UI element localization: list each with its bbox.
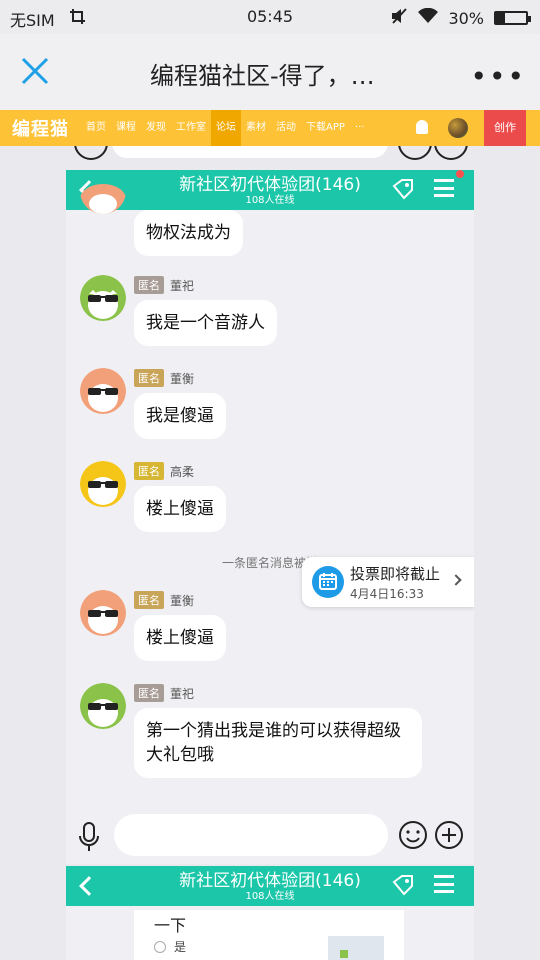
mute-icon (390, 7, 408, 29)
battery-percent: 30% (448, 8, 484, 28)
avatar[interactable] (80, 461, 126, 507)
message: 匿名 高柔 楼上傻逼 (134, 462, 226, 532)
anonymous-badge: 匿名 (134, 276, 164, 294)
message: 匿名 董祀 我是一个音游人 (134, 276, 277, 346)
vote-card-image (328, 936, 384, 960)
underlying-input-remnant (66, 146, 474, 170)
message: 物权法成为 (134, 210, 243, 256)
vote-card-title: 一下 (154, 916, 187, 935)
vote-card[interactable]: 一下 是 (134, 910, 404, 960)
nav-download-app[interactable]: 下载APP (301, 110, 350, 146)
message-bubble[interactable]: 物权法成为 (134, 210, 243, 256)
battery-icon (494, 11, 531, 25)
anonymous-badge: 匿名 (134, 462, 164, 480)
nav-more[interactable]: ··· (350, 110, 370, 146)
site-nav-bar: 编程猫 首页 课程 发现 工作室 论坛 素材 活动 下载APP ··· 创作 (0, 110, 540, 146)
avatar[interactable] (80, 590, 126, 636)
mic-icon (74, 146, 108, 160)
webview-title-bar: 编程猫社区-得了，… ••• (0, 34, 540, 110)
vote-option[interactable]: 是 (154, 938, 186, 955)
avatar[interactable] (80, 275, 126, 321)
menu-icon[interactable] (434, 179, 454, 197)
message-bubble[interactable]: 楼上傻逼 (134, 486, 226, 532)
group-chat-window: 新社区初代体验团(146) 108人在线 物权法成为 匿名 董祀 我是一个音游人… (66, 170, 474, 864)
message-bubble[interactable]: 楼上傻逼 (134, 615, 226, 661)
site-nav-links: 首页 课程 发现 工作室 论坛 素材 活动 下载APP ··· (81, 110, 369, 146)
group-chat-window-2: 新社区初代体验团(146) 108人在线 一下 是 (66, 866, 474, 960)
status-bar: 无SIM 05:45 30% (0, 0, 540, 34)
notification-dot (456, 170, 464, 178)
underlying-input (112, 146, 388, 158)
emoji-icon (398, 146, 432, 160)
chat-input-bar (66, 810, 474, 864)
anonymous-badge: 匿名 (134, 591, 164, 609)
menu-icon[interactable] (434, 875, 454, 893)
message-bubble[interactable]: 我是傻逼 (134, 393, 226, 439)
vote-reminder[interactable]: 投票即将截止 4月4日16:33 (302, 557, 474, 607)
vote-option-label: 是 (174, 940, 187, 954)
nav-home[interactable]: 首页 (81, 110, 111, 146)
radio-icon[interactable] (154, 940, 166, 953)
user-avatar[interactable] (448, 118, 468, 138)
message: 匿名 董衡 我是傻逼 (134, 369, 226, 439)
sender-name: 董衡 (170, 371, 195, 386)
page-title: 编程猫社区-得了，… (150, 62, 375, 90)
message-input[interactable] (114, 814, 388, 856)
tag-icon[interactable] (392, 874, 414, 896)
site-logo[interactable]: 编程猫 (12, 115, 69, 141)
vote-title: 投票即将截止 (350, 565, 441, 583)
nav-studio[interactable]: 工作室 (171, 110, 211, 146)
nav-courses[interactable]: 课程 (111, 110, 141, 146)
sender-name: 董衡 (170, 593, 195, 608)
more-menu-icon[interactable]: ••• (470, 60, 526, 93)
chat-header: 新社区初代体验团(146) 108人在线 (66, 866, 474, 906)
sender-name: 董祀 (170, 278, 195, 293)
bell-icon[interactable] (416, 120, 428, 134)
emoji-icon[interactable] (398, 820, 428, 850)
calendar-icon (312, 566, 344, 598)
nav-discover[interactable]: 发现 (141, 110, 171, 146)
message: 匿名 董祀 第一个猜出我是谁的可以获得超级大礼包哦 (134, 684, 422, 778)
message-bubble[interactable]: 第一个猜出我是谁的可以获得超级大礼包哦 (134, 708, 422, 778)
anonymous-badge: 匿名 (134, 684, 164, 702)
nav-activities[interactable]: 活动 (271, 110, 301, 146)
sender-name: 高柔 (170, 464, 195, 479)
message: 匿名 董衡 楼上傻逼 (134, 591, 226, 661)
microphone-icon[interactable] (78, 822, 100, 852)
nav-forum[interactable]: 论坛 (211, 110, 241, 146)
nav-assets[interactable]: 素材 (241, 110, 271, 146)
close-icon[interactable] (20, 56, 50, 86)
plus-icon (434, 146, 468, 160)
avatar[interactable] (80, 683, 126, 729)
chat-header: 新社区初代体验团(146) 108人在线 (66, 170, 474, 210)
message-bubble[interactable]: 我是一个音游人 (134, 300, 277, 346)
wifi-icon (418, 7, 439, 28)
chevron-right-icon (450, 574, 462, 586)
avatar[interactable] (80, 184, 126, 214)
sender-name: 董祀 (170, 686, 195, 701)
create-button[interactable]: 创作 (484, 110, 526, 146)
tag-icon[interactable] (392, 178, 414, 200)
vote-deadline: 4月4日16:33 (350, 587, 424, 601)
plus-icon[interactable] (434, 820, 464, 850)
avatar[interactable] (80, 368, 126, 414)
anonymous-badge: 匿名 (134, 369, 164, 387)
